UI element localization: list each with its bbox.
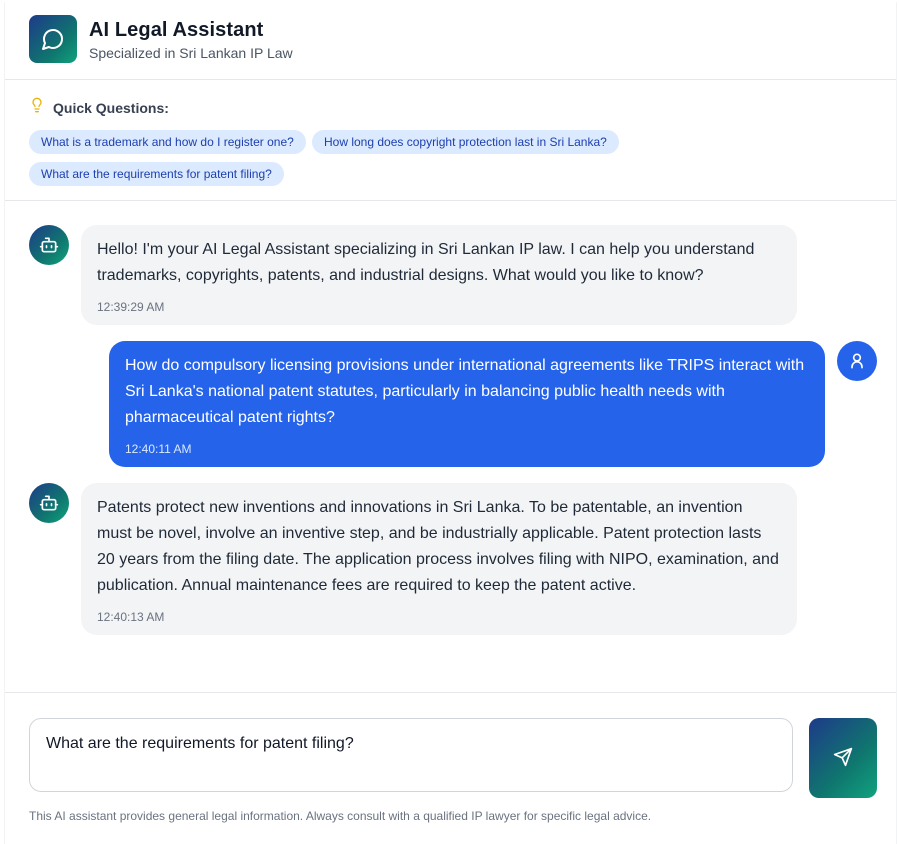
bot-avatar xyxy=(29,225,69,265)
composer: What are the requirements for patent fil… xyxy=(5,692,896,844)
app-header: AI Legal Assistant Specialized in Sri La… xyxy=(5,2,896,80)
send-icon xyxy=(833,747,853,770)
message-input[interactable]: What are the requirements for patent fil… xyxy=(29,718,793,792)
quick-question-chip[interactable]: How long does copyright protection last … xyxy=(312,130,619,154)
quick-questions-title: Quick Questions: xyxy=(53,99,169,116)
page-subtitle: Specialized in Sri Lankan IP Law xyxy=(89,45,293,61)
bot-message: Patents protect new inventions and innov… xyxy=(81,483,797,635)
message-text: Hello! I'm your AI Legal Assistant speci… xyxy=(97,241,755,284)
bot-message: Hello! I'm your AI Legal Assistant speci… xyxy=(81,225,797,325)
message-timestamp: 12:39:29 AM xyxy=(97,300,165,314)
chat-bubble-icon xyxy=(29,15,77,63)
quick-questions-header: Quick Questions: xyxy=(29,97,169,118)
bot-avatar xyxy=(29,483,69,523)
message-text: Patents protect new inventions and innov… xyxy=(97,499,779,594)
quick-questions-panel: Quick Questions: What is a trademark and… xyxy=(5,81,896,201)
chat-app: AI Legal Assistant Specialized in Sri La… xyxy=(4,2,897,844)
bot-icon xyxy=(39,495,59,511)
message-timestamp: 12:40:13 AM xyxy=(97,610,165,624)
user-avatar xyxy=(837,341,877,381)
message-timestamp: 12:40:11 AM xyxy=(125,442,192,456)
message-text: How do compulsory licensing provisions u… xyxy=(125,357,805,426)
quick-question-chip[interactable]: What are the requirements for patent fil… xyxy=(29,162,284,186)
quick-question-chip[interactable]: What is a trademark and how do I registe… xyxy=(29,130,306,154)
page-title: AI Legal Assistant xyxy=(89,19,264,41)
send-button[interactable] xyxy=(809,718,877,798)
bot-icon xyxy=(39,237,59,253)
user-icon xyxy=(851,353,863,369)
disclaimer-text: This AI assistant provides general legal… xyxy=(29,809,652,823)
user-message: How do compulsory licensing provisions u… xyxy=(109,341,825,467)
lightbulb-icon xyxy=(29,97,45,118)
